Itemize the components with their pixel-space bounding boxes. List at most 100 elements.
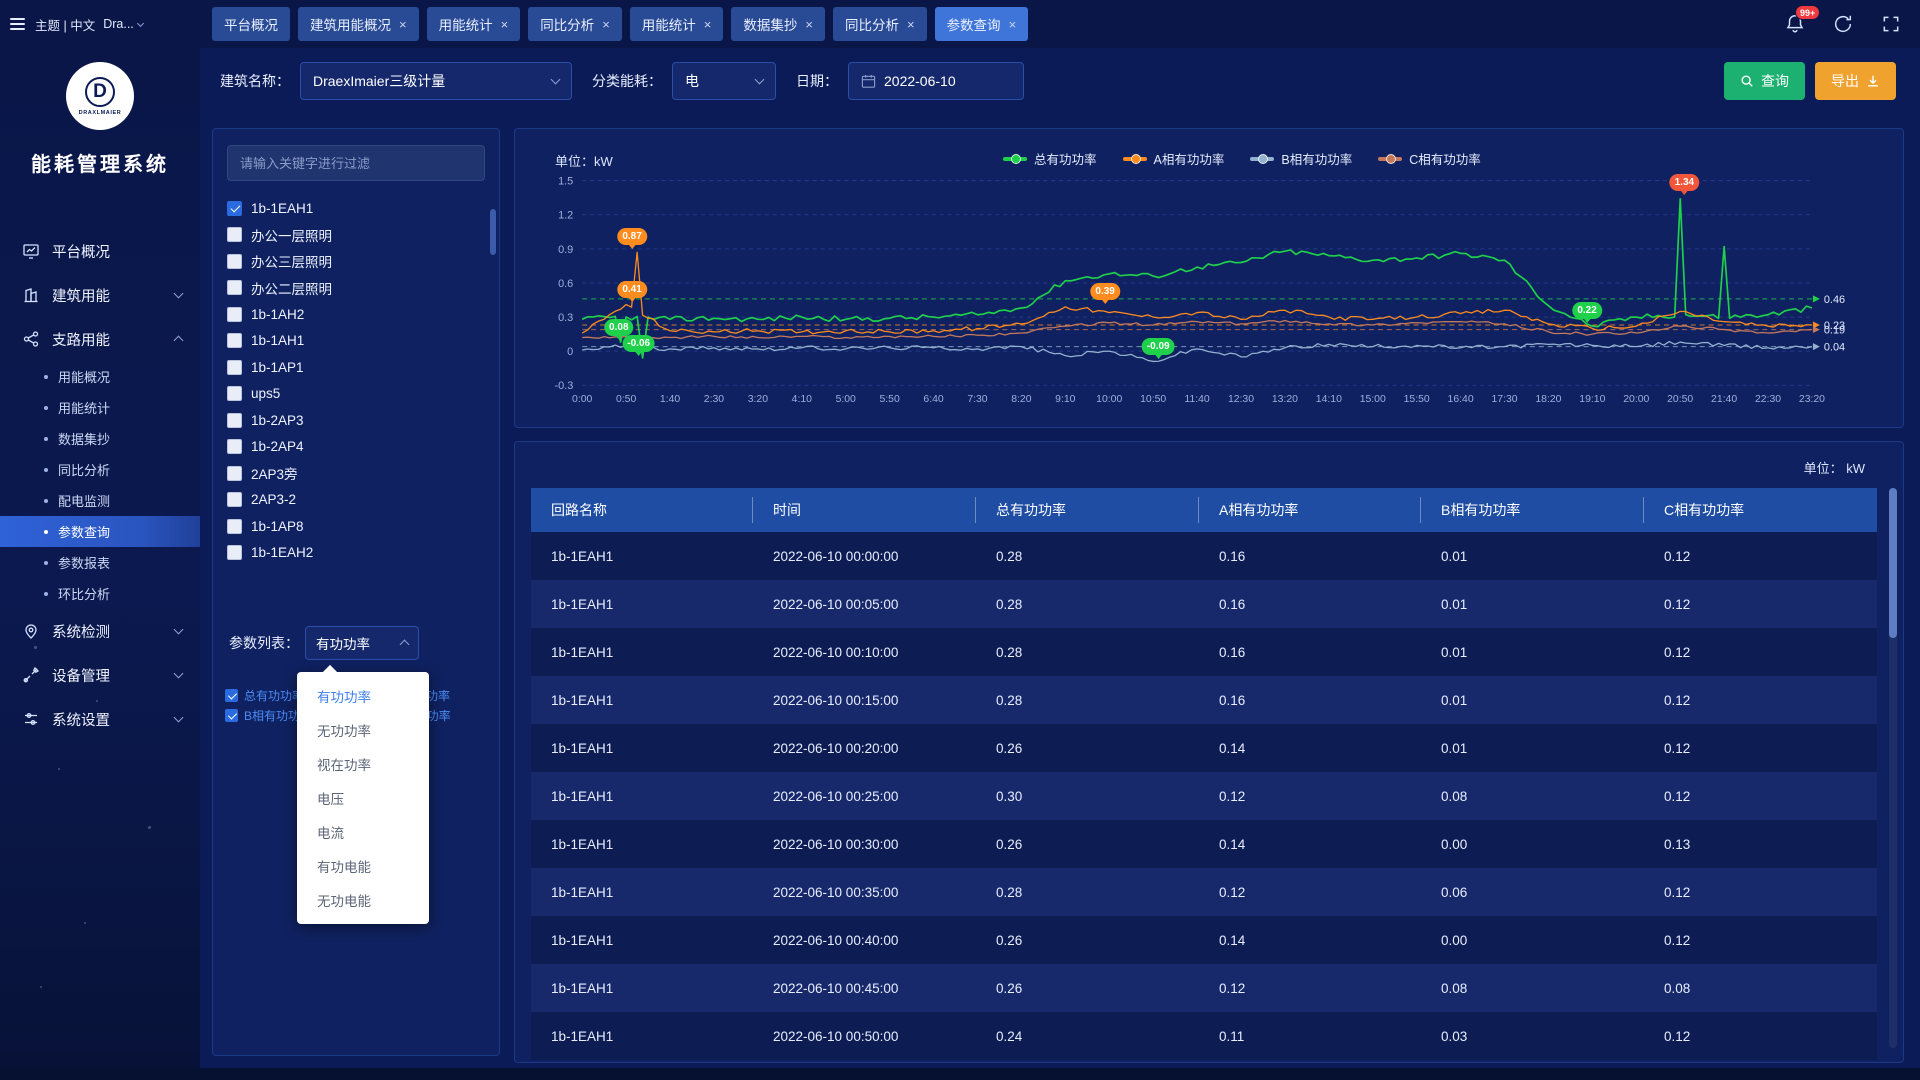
checkbox[interactable]: [227, 492, 242, 507]
sidebar-subitem-环比分析[interactable]: 环比分析: [0, 578, 200, 609]
sidebar-item-building-energy[interactable]: 建筑用能: [0, 273, 200, 317]
svg-text:20:00: 20:00: [1623, 394, 1649, 405]
hamburger-menu-icon[interactable]: [10, 18, 25, 30]
sidebar-subitem-数据集抄[interactable]: 数据集抄: [0, 423, 200, 454]
table-row[interactable]: 1b-1EAH12022-06-10 00:10:000.280.160.010…: [531, 628, 1877, 676]
sidebar-subitem-同比分析[interactable]: 同比分析: [0, 454, 200, 485]
table-scrollbar[interactable]: [1889, 488, 1897, 1048]
circuit-item-办公三层照明[interactable]: 办公三层照明: [227, 248, 499, 275]
sidebar-item-platform-overview[interactable]: 平台概况: [0, 229, 200, 273]
param-option-电流[interactable]: 电流: [297, 815, 429, 849]
tab-数据集抄[interactable]: 数据集抄×: [731, 7, 825, 41]
param-option-有功功率[interactable]: 有功功率: [297, 679, 429, 713]
tab-close-icon[interactable]: ×: [704, 18, 712, 31]
table-row[interactable]: 1b-1EAH12022-06-10 00:35:000.280.120.060…: [531, 868, 1877, 916]
tab-建筑用能概况[interactable]: 建筑用能概况×: [298, 7, 419, 41]
theme-language-switch[interactable]: 主题 | 中文: [35, 15, 95, 34]
refresh-icon[interactable]: [1832, 13, 1854, 35]
tab-同比分析[interactable]: 同比分析×: [528, 7, 622, 41]
circuit-list-scrollbar[interactable]: [490, 209, 496, 255]
building-select[interactable]: DraexImaier三级计量: [300, 62, 572, 100]
sidebar-subitem-用能统计[interactable]: 用能统计: [0, 392, 200, 423]
tab-用能统计[interactable]: 用能统计×: [427, 7, 521, 41]
scrollbar-thumb[interactable]: [1889, 488, 1897, 638]
circuit-item-2AP3旁[interactable]: 2AP3旁: [227, 460, 499, 487]
svg-text:-0.3: -0.3: [554, 380, 573, 392]
export-button[interactable]: 导出: [1815, 62, 1896, 100]
checkbox[interactable]: [227, 201, 242, 216]
checkbox[interactable]: [227, 413, 242, 428]
checkbox[interactable]: [227, 333, 242, 348]
app-title: 能耗管理系统: [0, 148, 200, 177]
checkbox[interactable]: [225, 709, 238, 722]
tab-close-icon[interactable]: ×: [1009, 18, 1017, 31]
checkbox[interactable]: [227, 519, 242, 534]
circuit-item-1b-1EAH1[interactable]: 1b-1EAH1: [227, 195, 499, 222]
tab-用能统计[interactable]: 用能统计×: [630, 7, 724, 41]
param-option-无功电能[interactable]: 无功电能: [297, 883, 429, 917]
fullscreen-icon[interactable]: [1880, 13, 1902, 35]
energy-type-select[interactable]: 电: [672, 62, 776, 100]
date-picker[interactable]: 2022-06-10: [848, 62, 1024, 100]
circuit-item-1b-1AP8[interactable]: 1b-1AP8: [227, 513, 499, 540]
tab-同比分析[interactable]: 同比分析×: [833, 7, 927, 41]
query-button[interactable]: 查询: [1724, 62, 1805, 100]
tab-close-icon[interactable]: ×: [602, 18, 610, 31]
circuit-item-2AP3-2[interactable]: 2AP3-2: [227, 487, 499, 514]
circuit-item-1b-2AP3[interactable]: 1b-2AP3: [227, 407, 499, 434]
circuit-item-办公二层照明[interactable]: 办公二层照明: [227, 275, 499, 302]
tab-平台概况[interactable]: 平台概况: [212, 7, 290, 41]
notifications-bell-icon[interactable]: 99+: [1784, 13, 1806, 35]
sidebar-subitem-参数报表[interactable]: 参数报表: [0, 547, 200, 578]
sidebar-subitem-参数查询[interactable]: 参数查询: [0, 516, 200, 547]
circuit-item-1b-1AH2[interactable]: 1b-1AH2: [227, 301, 499, 328]
circuit-item-办公一层照明[interactable]: 办公一层照明: [227, 222, 499, 249]
circuit-item-1b-1AP1[interactable]: 1b-1AP1: [227, 354, 499, 381]
param-option-无功功率[interactable]: 无功功率: [297, 713, 429, 747]
table-row[interactable]: 1b-1EAH12022-06-10 00:40:000.260.140.000…: [531, 916, 1877, 964]
param-option-有功电能[interactable]: 有功电能: [297, 849, 429, 883]
checkbox[interactable]: [227, 227, 242, 242]
checkbox[interactable]: [227, 545, 242, 560]
bullet-icon: [44, 468, 48, 472]
checkbox[interactable]: [227, 466, 242, 481]
tab-close-icon[interactable]: ×: [805, 18, 813, 31]
sidebar-item-system-monitor[interactable]: 系统检测: [0, 609, 200, 653]
checkbox[interactable]: [227, 280, 242, 295]
param-option-视在功率[interactable]: 视在功率: [297, 747, 429, 781]
checkbox[interactable]: [227, 360, 242, 375]
table-row[interactable]: 1b-1EAH12022-06-10 00:15:000.280.160.010…: [531, 676, 1877, 724]
table-row[interactable]: 1b-1EAH12022-06-10 00:05:000.280.160.010…: [531, 580, 1877, 628]
table-row[interactable]: 1b-1EAH12022-06-10 00:30:000.260.140.000…: [531, 820, 1877, 868]
tab-close-icon[interactable]: ×: [907, 18, 915, 31]
circuit-item-1b-2AP4[interactable]: 1b-2AP4: [227, 434, 499, 461]
column-header-时间: 时间: [753, 488, 976, 532]
sidebar-subitem-用能概况[interactable]: 用能概况: [0, 361, 200, 392]
checkbox[interactable]: [227, 439, 242, 454]
tab-close-icon[interactable]: ×: [399, 18, 407, 31]
table-row[interactable]: 1b-1EAH12022-06-10 00:45:000.260.120.080…: [531, 964, 1877, 1012]
svg-text:0: 0: [567, 346, 573, 358]
checkbox[interactable]: [227, 254, 242, 269]
sidebar-subitem-配电监测[interactable]: 配电监测: [0, 485, 200, 516]
checkbox[interactable]: [227, 386, 242, 401]
parameter-select[interactable]: 有功功率: [305, 626, 419, 660]
circuit-search-input[interactable]: [227, 145, 485, 181]
tab-close-icon[interactable]: ×: [501, 18, 509, 31]
tab-参数查询[interactable]: 参数查询×: [935, 7, 1029, 41]
checkbox[interactable]: [227, 307, 242, 322]
circuit-item-1b-1AH1[interactable]: 1b-1AH1: [227, 328, 499, 355]
table-row[interactable]: 1b-1EAH12022-06-10 00:00:000.280.160.010…: [531, 532, 1877, 580]
circuit-item-ups5[interactable]: ups5: [227, 381, 499, 408]
language-dropdown[interactable]: Dra...: [103, 17, 143, 31]
calendar-icon: [861, 74, 876, 89]
sidebar-item-system-setting[interactable]: 系统设置: [0, 697, 200, 741]
table-row[interactable]: 1b-1EAH12022-06-10 00:25:000.300.120.080…: [531, 772, 1877, 820]
checkbox[interactable]: [225, 689, 238, 702]
sidebar-item-device-manage[interactable]: 设备管理: [0, 653, 200, 697]
table-row[interactable]: 1b-1EAH12022-06-10 00:50:000.240.110.030…: [531, 1012, 1877, 1060]
table-row[interactable]: 1b-1EAH12022-06-10 00:20:000.260.140.010…: [531, 724, 1877, 772]
sidebar-item-branch-energy[interactable]: 支路用能: [0, 317, 200, 361]
circuit-item-1b-1EAH2[interactable]: 1b-1EAH2: [227, 540, 499, 567]
param-option-电压[interactable]: 电压: [297, 781, 429, 815]
